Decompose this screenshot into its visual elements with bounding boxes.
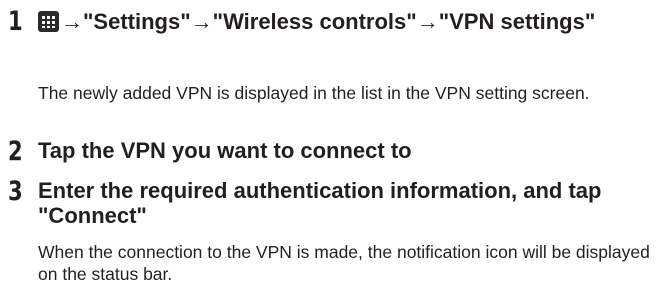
step-description: The newly added VPN is displayed in the … [38,83,590,103]
step-number: 3 [8,176,23,207]
step-title: Enter the required authentication inform… [38,178,602,228]
step-title-text: →"Settings"→"Wireless controls"→"VPN set… [61,9,596,34]
step-number: 1 [8,6,23,37]
app-grid-icon [38,11,59,32]
step-title: →"Settings"→"Wireless controls"→"VPN set… [38,9,648,34]
step-title: Tap the VPN you want to connect to [38,138,412,163]
step-number: 2 [8,136,23,167]
step-description: When the connection to the VPN is made, … [38,242,650,284]
